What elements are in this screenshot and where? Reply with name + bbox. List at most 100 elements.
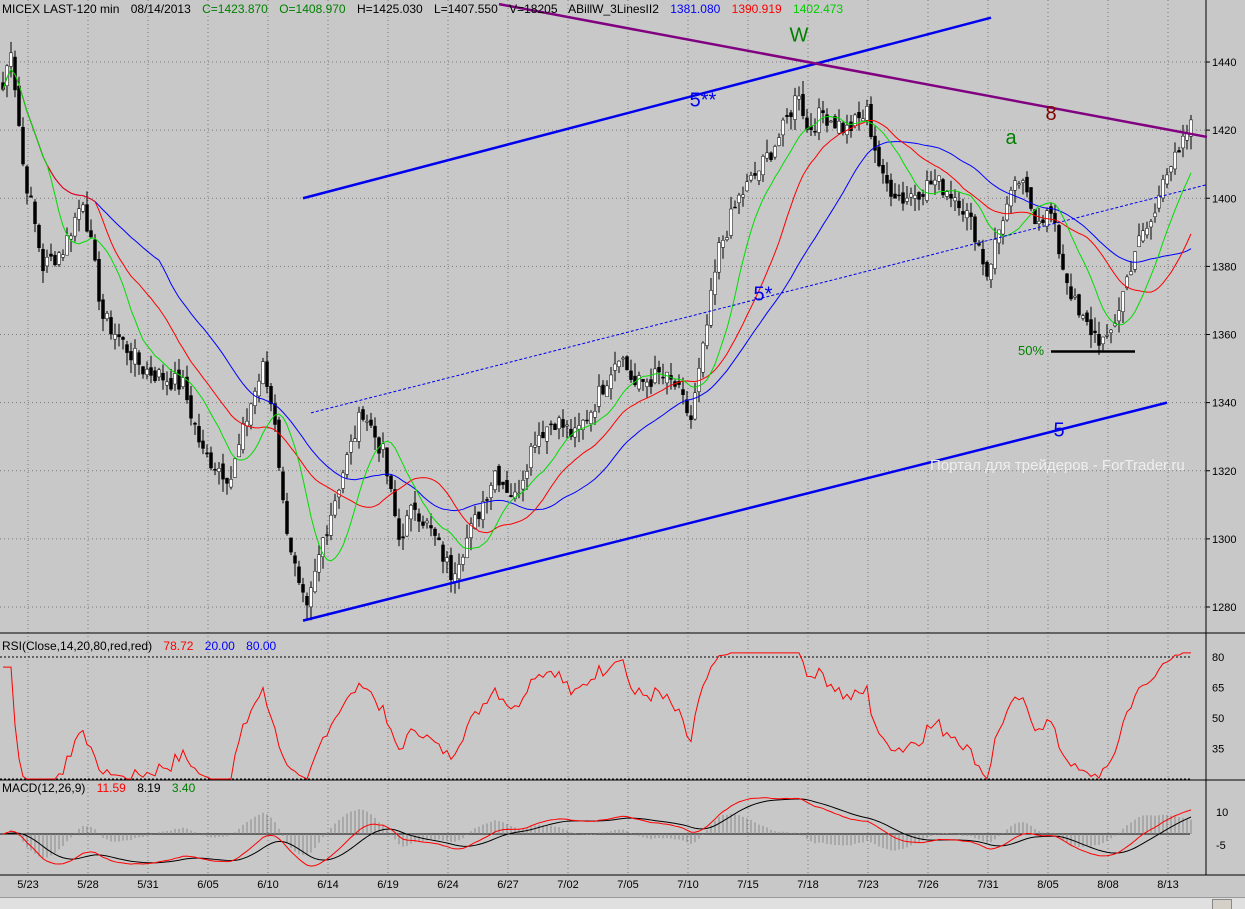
- candle-bear: [877, 146, 881, 167]
- candle-bull: [701, 342, 705, 373]
- candle-bull: [1129, 271, 1133, 275]
- candle-bear: [553, 423, 557, 430]
- candle-bull: [113, 334, 117, 340]
- price-tick-label: 1420: [1212, 125, 1236, 137]
- candle-bear: [417, 513, 421, 522]
- wave-label: 5: [1053, 420, 1064, 442]
- candle-bull: [945, 191, 949, 197]
- candle-bear: [429, 525, 433, 529]
- high-value: H=1425.030: [356, 2, 423, 16]
- candle-bear: [601, 384, 605, 395]
- candle-bear: [325, 534, 329, 536]
- candle-bear: [1177, 150, 1181, 153]
- candle-bear: [929, 180, 933, 185]
- candle-bull: [777, 137, 781, 146]
- candle-bull: [717, 242, 721, 273]
- candle-bear: [981, 248, 985, 265]
- candle-bull: [577, 425, 581, 430]
- candle-bear: [973, 216, 977, 243]
- date-tick-label: 7/02: [557, 879, 578, 891]
- candle-bear: [17, 85, 21, 126]
- candle-bull: [65, 235, 69, 256]
- candle-bear: [897, 194, 901, 197]
- scrollbar-thumb[interactable]: [1212, 899, 1232, 909]
- date-tick-label: 6/14: [317, 879, 338, 891]
- candle-bull: [861, 118, 865, 122]
- candle-bear: [193, 422, 197, 425]
- date-tick-label: 7/15: [737, 879, 758, 891]
- wave-label: 8: [1045, 103, 1056, 125]
- candle-bear: [1085, 312, 1089, 322]
- candle-bear: [285, 501, 289, 534]
- candle-bull: [909, 193, 913, 198]
- candle-bear: [101, 299, 105, 319]
- candle-bull: [341, 472, 345, 489]
- chart-window: 1280 1300 1320 1340 1360 1380 1400 1420 1440 5/23…: [0, 0, 1245, 909]
- macd-header: MACD(12,26,9) 11.59 8.19 3.40: [2, 781, 203, 795]
- candle-bear: [177, 369, 181, 390]
- candle-bull: [533, 444, 537, 448]
- chart-canvas[interactable]: 1280 1300 1320 1340 1360 1380 1400 1420 1440 5/23…: [0, 0, 1245, 909]
- price-tick-label: 1440: [1212, 57, 1236, 69]
- candle-bear: [917, 192, 921, 200]
- price-tick-label: 1400: [1212, 193, 1236, 205]
- candle-bear: [893, 193, 897, 199]
- watermark: Портал для трейдеров - ForTrader.ru: [930, 457, 1185, 474]
- candle-bear: [125, 344, 129, 353]
- candle-bull: [353, 438, 357, 442]
- horizontal-scrollbar[interactable]: [0, 897, 1245, 909]
- candle-bull: [565, 424, 569, 427]
- candle-bull: [913, 195, 917, 199]
- wave-label: W: [790, 25, 809, 47]
- candle-bear: [41, 249, 45, 272]
- candle-bull: [1153, 212, 1157, 217]
- date-tick-label: 6/24: [437, 879, 458, 891]
- candle-bear: [265, 361, 269, 387]
- candle-bear: [289, 537, 293, 553]
- candle-bear: [501, 481, 505, 485]
- candle-bear: [549, 423, 553, 426]
- candle-bull: [453, 573, 457, 582]
- candle-bull: [621, 357, 625, 360]
- candle-bear: [477, 511, 481, 520]
- candle-bear: [885, 175, 889, 184]
- candle-bull: [705, 324, 709, 346]
- candle-bear: [293, 555, 297, 564]
- candle-bear: [221, 463, 225, 480]
- candle-bear: [1077, 294, 1081, 316]
- price-tick-label: 1340: [1212, 398, 1236, 410]
- candle-bull: [989, 263, 993, 280]
- trendline-lower-channel: [302, 401, 1168, 622]
- candle-bull: [57, 252, 61, 265]
- candle-bull: [693, 392, 697, 420]
- price-tick-label: 1360: [1212, 330, 1236, 342]
- candle-bear: [189, 395, 193, 419]
- candle-bear: [49, 253, 53, 257]
- candle-bull: [729, 208, 733, 236]
- candle-bull: [457, 564, 461, 579]
- candle-bull: [545, 426, 549, 442]
- candle-bull: [333, 500, 337, 516]
- candle-bull: [645, 381, 649, 387]
- candle-bull: [445, 557, 449, 563]
- candle-bear: [1093, 330, 1097, 334]
- date-tick-label: 7/10: [677, 879, 698, 891]
- candle-bull: [1173, 151, 1177, 170]
- candle-bull: [953, 197, 957, 202]
- candle-bull: [589, 412, 593, 424]
- candle-bull: [77, 208, 81, 220]
- volume-value: V=18205: [509, 2, 558, 16]
- candle-bull: [745, 181, 749, 192]
- candle-bear: [901, 192, 905, 204]
- candle-bull: [1137, 235, 1141, 247]
- candle-bear: [205, 452, 209, 455]
- candle-bull: [309, 587, 313, 608]
- candle-bear: [625, 356, 629, 371]
- candle-bull: [237, 444, 241, 458]
- candle-bull: [81, 204, 85, 212]
- macd-label: MACD(12,26,9): [2, 781, 86, 795]
- candle-bull: [781, 119, 785, 136]
- date-tick-label: 5/31: [137, 879, 158, 891]
- candle-bear: [1089, 319, 1093, 336]
- wave-label: 50%: [1018, 343, 1044, 358]
